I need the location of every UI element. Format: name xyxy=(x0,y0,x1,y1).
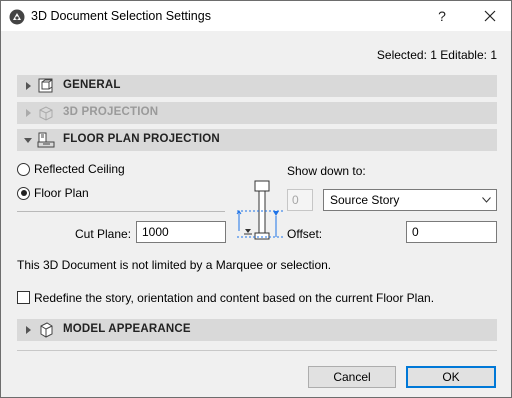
chevron-right-icon xyxy=(26,82,31,90)
dialog-window: 3D Document Selection Settings ? Selecte… xyxy=(0,0,512,398)
floor-plan-option[interactable]: Floor Plan xyxy=(17,185,89,201)
general-settings-icon xyxy=(38,78,53,93)
redefine-checkbox[interactable] xyxy=(17,291,30,304)
panel-3d-projection-header[interactable]: 3D PROJECTION xyxy=(17,102,497,124)
panel-floor-plan-header[interactable]: FLOOR PLAN PROJECTION xyxy=(17,129,497,151)
close-button[interactable] xyxy=(473,1,507,31)
panel-model-appearance-header[interactable]: MODEL APPEARANCE xyxy=(17,319,497,341)
offset-input[interactable]: 0 xyxy=(406,221,497,243)
chevron-right-icon xyxy=(26,109,31,117)
chevron-down-icon xyxy=(482,197,491,203)
floor-plan-label: Floor Plan xyxy=(34,186,89,200)
bottom-separator xyxy=(17,350,497,351)
3d-projection-icon xyxy=(39,106,53,121)
offset-label: Offset: xyxy=(287,227,323,241)
reflected-ceiling-option[interactable]: Reflected Ceiling xyxy=(17,161,125,177)
redefine-label[interactable]: Redefine the story, orientation and cont… xyxy=(34,291,434,305)
cancel-button[interactable]: Cancel xyxy=(308,366,396,388)
show-down-to-selected-value: Source Story xyxy=(330,193,400,207)
show-down-to-label: Show down to: xyxy=(287,164,366,178)
panel-3d-projection-label: 3D PROJECTION xyxy=(63,106,159,118)
chevron-down-icon xyxy=(24,138,32,143)
cut-plane-label: Cut Plane: xyxy=(75,227,132,241)
floor-plan-icon xyxy=(37,132,55,148)
divider xyxy=(17,211,225,212)
panel-model-appearance-label: MODEL APPEARANCE xyxy=(63,323,191,335)
panel-general-label: GENERAL xyxy=(63,79,121,91)
help-button[interactable]: ? xyxy=(427,1,457,31)
panel-floor-plan-label: FLOOR PLAN PROJECTION xyxy=(63,133,220,145)
archicad-app-icon xyxy=(9,9,25,25)
floor-plan-radio[interactable] xyxy=(17,186,30,200)
chevron-right-icon xyxy=(26,326,31,334)
reflected-ceiling-label: Reflected Ceiling xyxy=(34,162,125,176)
cut-plane-diagram-icon xyxy=(236,180,283,240)
show-down-to-select[interactable]: Source Story xyxy=(323,189,497,211)
ok-button[interactable]: OK xyxy=(406,366,496,388)
close-icon xyxy=(484,10,496,22)
model-appearance-icon xyxy=(40,322,53,338)
reflected-ceiling-radio[interactable] xyxy=(17,162,30,176)
cut-plane-input[interactable]: 1000 xyxy=(136,221,226,243)
panel-general-header[interactable]: GENERAL xyxy=(17,75,497,97)
show-down-to-number-input: 0 xyxy=(287,189,313,211)
selection-info: Selected: 1 Editable: 1 xyxy=(376,48,497,62)
window-title: 3D Document Selection Settings xyxy=(31,9,211,23)
marquee-note: This 3D Document is not limited by a Mar… xyxy=(17,258,332,272)
title-bar: 3D Document Selection Settings ? xyxy=(1,1,511,31)
